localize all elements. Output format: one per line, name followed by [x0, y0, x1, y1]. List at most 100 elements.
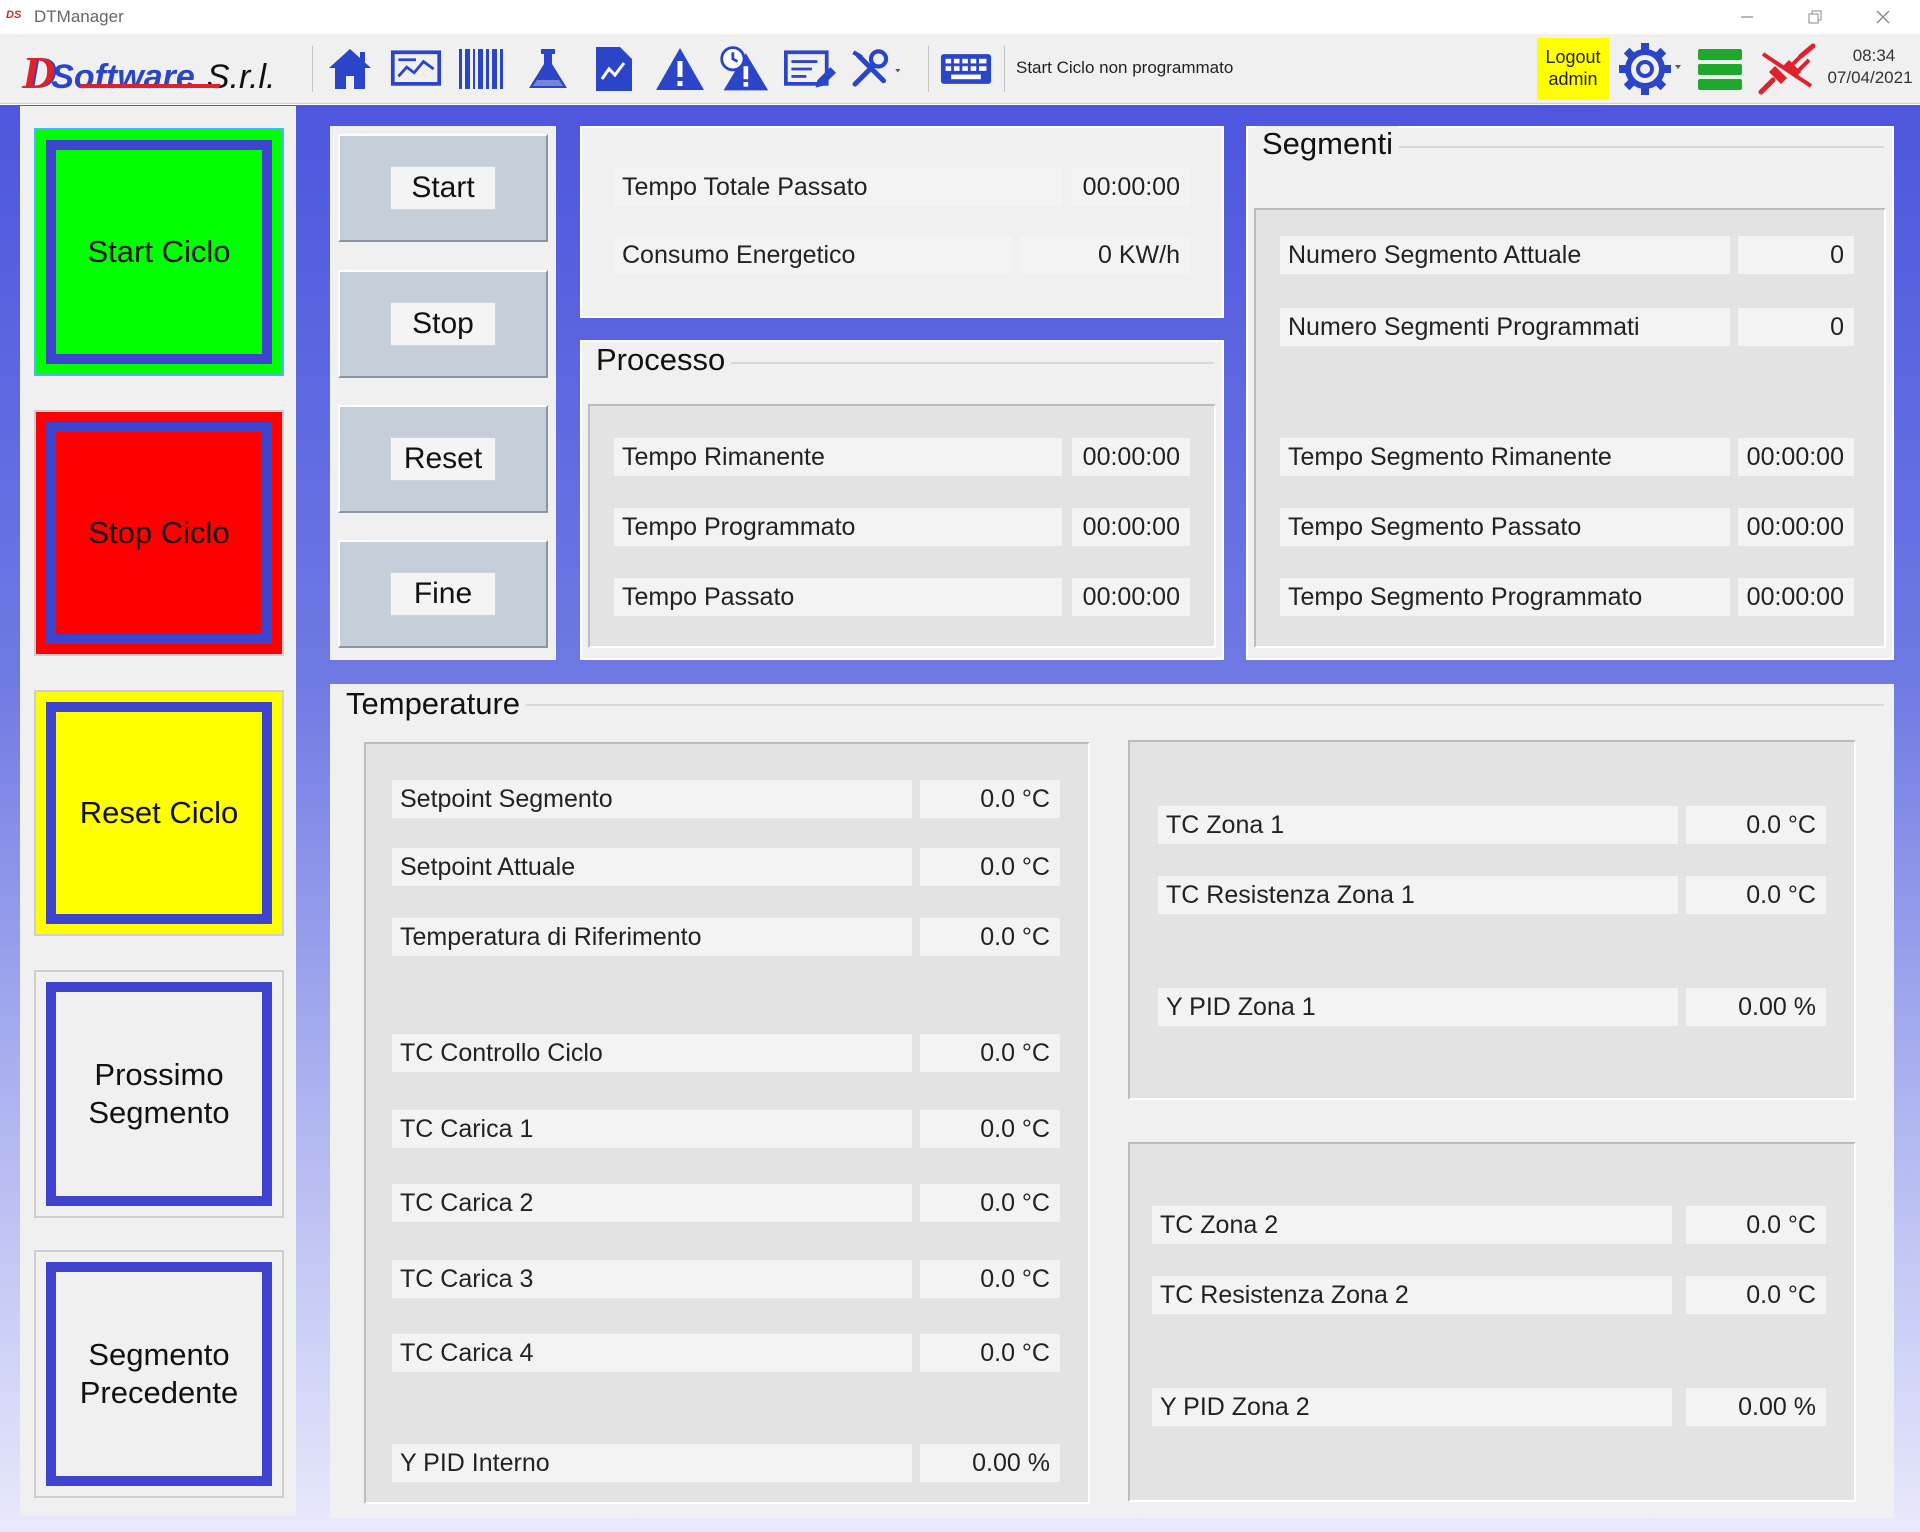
- window-title: DTManager: [34, 7, 124, 26]
- next-segment-label: Prossimo Segmento: [88, 1056, 229, 1132]
- segmenti-row-value: 00:00:00: [1738, 578, 1854, 616]
- zona2-group: [1128, 1142, 1856, 1502]
- zona1-row-label: TC Zona 1: [1158, 806, 1678, 844]
- menu-lines-icon: [1698, 49, 1742, 90]
- stop-button[interactable]: Stop: [390, 302, 496, 346]
- group-divider: [340, 704, 1884, 706]
- zona1-group: [1128, 740, 1856, 1100]
- next-segment-line2: Segmento: [88, 1095, 230, 1130]
- home-button[interactable]: [324, 44, 376, 94]
- keyboard-button[interactable]: [940, 44, 992, 94]
- tempo-totale-label: Tempo Totale Passato: [614, 168, 1062, 206]
- minimize-button[interactable]: [1718, 0, 1776, 34]
- temp-row-value: 0.0 °C: [920, 1110, 1060, 1148]
- stop-cycle-label: Stop Ciclo: [88, 515, 230, 550]
- zona1-row-value: 0.00 %: [1686, 988, 1826, 1026]
- monitor-icon: [390, 50, 442, 86]
- temp-row-label: Setpoint Attuale: [392, 848, 912, 886]
- processo-title: Processo: [590, 342, 732, 378]
- temp-row-label: Temperatura di Riferimento: [392, 918, 912, 956]
- close-button[interactable]: [1854, 0, 1912, 34]
- alarm-history-button[interactable]: [718, 44, 770, 94]
- temp-row-label: TC Carica 2: [392, 1184, 912, 1222]
- home-icon: [329, 49, 371, 89]
- segmenti-row-label: Numero Segmento Attuale: [1280, 236, 1730, 274]
- edit-form-icon: [784, 50, 836, 88]
- title-bar: DS DTManager: [0, 0, 1920, 34]
- logout-button[interactable]: Logout admin: [1537, 38, 1609, 100]
- brand-software: Software: [51, 58, 195, 96]
- segmenti-row-value: 00:00:00: [1738, 508, 1854, 546]
- zona1-row-value: 0.0 °C: [1686, 806, 1826, 844]
- processo-row-value: 00:00:00: [1072, 438, 1190, 476]
- settings-menu-button[interactable]: [1614, 43, 1686, 95]
- next-segment-button[interactable]: Prossimo Segmento: [34, 970, 284, 1218]
- zona2-row-value: 0.00 %: [1686, 1388, 1826, 1426]
- temp-row-value: 0.0 °C: [920, 1260, 1060, 1298]
- processo-row-label: Tempo Passato: [614, 578, 1062, 616]
- toolbar-separator: [928, 46, 929, 92]
- keyboard-icon: [940, 54, 992, 84]
- segmenti-title: Segmenti: [1256, 126, 1399, 162]
- toolbar: D Software S.r.l. Start Ciclo non programm…: [0, 34, 1920, 104]
- next-segment-line1: Prossimo: [94, 1057, 224, 1092]
- document-chart-icon: [596, 47, 632, 91]
- tools-menu-button[interactable]: [850, 44, 902, 94]
- connection-status-button[interactable]: [1756, 43, 1818, 95]
- disconnected-plug-icon: [1758, 43, 1816, 95]
- warning-button[interactable]: [654, 44, 706, 94]
- totals-panel: [580, 126, 1224, 318]
- restore-button[interactable]: [1786, 0, 1844, 34]
- monitor-button[interactable]: [390, 44, 442, 94]
- reset-cycle-button[interactable]: Reset Ciclo: [34, 690, 284, 936]
- barcode-icon: [459, 49, 503, 89]
- temp-row-label: TC Carica 3: [392, 1260, 912, 1298]
- segmenti-row-value: 0: [1738, 308, 1854, 346]
- zona2-row-label: Y PID Zona 2: [1152, 1388, 1672, 1426]
- zona1-row-label: Y PID Zona 1: [1158, 988, 1678, 1026]
- temp-row-label: TC Carica 1: [392, 1110, 912, 1148]
- temp-row-value: 0.0 °C: [920, 1334, 1060, 1372]
- reset-cycle-label: Reset Ciclo: [79, 795, 239, 830]
- segmenti-row-value: 00:00:00: [1738, 438, 1854, 476]
- clock-date: 07/04/2021: [1827, 68, 1913, 87]
- edit-program-button[interactable]: [784, 44, 836, 94]
- temp-row-value: 0.0 °C: [920, 848, 1060, 886]
- toolbar-separator: [1004, 46, 1005, 92]
- reset-control: Reset: [338, 405, 548, 513]
- barcode-button[interactable]: [456, 44, 508, 94]
- start-control: Start: [338, 134, 548, 242]
- previous-segment-line2: Precedente: [79, 1375, 239, 1410]
- tempo-totale-value: 00:00:00: [1072, 168, 1190, 206]
- temp-row-value: 0.0 °C: [920, 918, 1060, 956]
- clock-time: 08:34: [1852, 46, 1896, 65]
- logout-label: Logout: [1545, 47, 1601, 67]
- report-button[interactable]: [588, 44, 640, 94]
- reset-button[interactable]: Reset: [390, 437, 496, 481]
- previous-segment-line1: Segmento: [88, 1337, 230, 1372]
- start-cycle-button[interactable]: Start Ciclo: [34, 128, 284, 376]
- segmenti-row-value: 0: [1738, 236, 1854, 274]
- start-cycle-label: Start Ciclo: [87, 234, 231, 269]
- segmenti-row-label: Tempo Segmento Passato: [1280, 508, 1730, 546]
- flask-button[interactable]: [522, 44, 574, 94]
- status-lines-button[interactable]: [1694, 44, 1746, 94]
- temp-row-label: TC Controllo Ciclo: [392, 1034, 912, 1072]
- processo-row-value: 00:00:00: [1072, 578, 1190, 616]
- logged-user-label: admin: [1548, 69, 1598, 89]
- close-icon: [1876, 10, 1890, 24]
- stop-cycle-button[interactable]: Stop Ciclo: [34, 410, 284, 656]
- fine-button[interactable]: Fine: [390, 572, 496, 616]
- temp-row-value: 0.0 °C: [920, 780, 1060, 818]
- previous-segment-button[interactable]: Segmento Precedente: [34, 1250, 284, 1498]
- stop-control: Stop: [338, 270, 548, 378]
- consumo-label: Consumo Energetico: [614, 236, 1012, 274]
- temp-row-label: Setpoint Segmento: [392, 780, 912, 818]
- restore-icon: [1808, 10, 1822, 24]
- zona2-row-label: TC Resistenza Zona 2: [1152, 1276, 1672, 1314]
- consumo-value: 0 KW/h: [1020, 236, 1190, 274]
- brand-srl: S.r.l.: [206, 58, 276, 96]
- brand-letters: D: [22, 47, 55, 98]
- start-button[interactable]: Start: [390, 166, 496, 210]
- temp-row-value: 0.00 %: [920, 1444, 1060, 1482]
